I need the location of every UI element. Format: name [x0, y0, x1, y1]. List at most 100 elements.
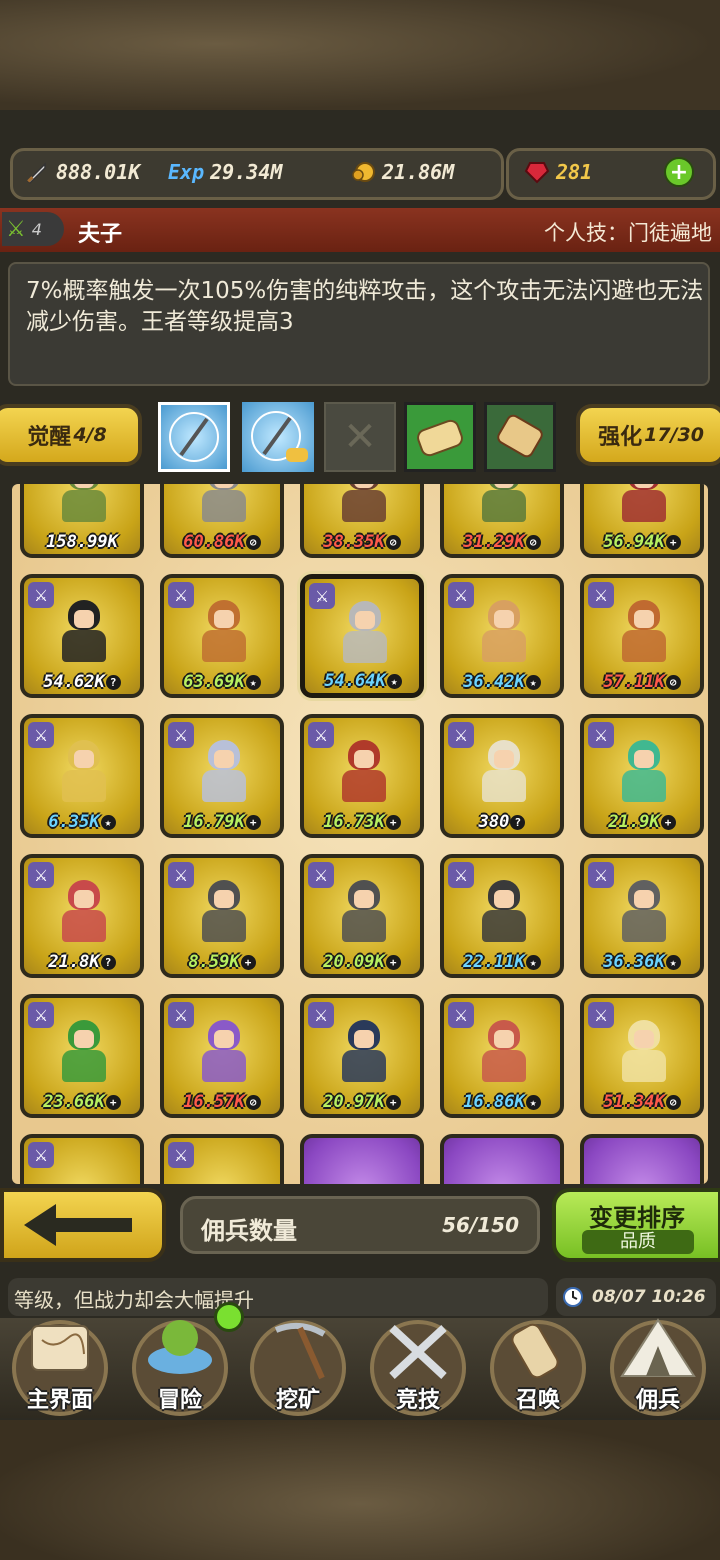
element-badge-icon: + — [660, 814, 676, 830]
mercenary-card[interactable]: ⚔ 22.11K ★ — [440, 854, 564, 978]
mercenary-power: 16.79K + — [164, 812, 280, 832]
element-badge-icon: ⊘ — [665, 674, 681, 690]
mercenary-card[interactable] — [440, 1134, 564, 1184]
mercenary-card[interactable]: ⚔ 36.36K ★ — [580, 854, 704, 978]
element-badge-icon: ⊘ — [385, 534, 401, 550]
element-badge-icon: ★ — [525, 954, 541, 970]
mercenary-power: 380? — [444, 812, 560, 832]
mercenary-power: 63.69K ★ — [164, 672, 280, 692]
enhance-button[interactable]: 强化 17/30 — [576, 404, 720, 466]
mercenary-card[interactable]: ⚔ 16.73K + — [300, 714, 424, 838]
handshake-icon — [251, 411, 308, 462]
nav-summon[interactable]: 召唤 — [486, 1316, 590, 1420]
nav-mercenary-label: 佣兵 — [635, 1388, 680, 1413]
mercenary-power: 31.29K ⊘ — [444, 532, 560, 552]
mercenary-portrait — [334, 1016, 394, 1084]
mercenary-portrait — [335, 597, 395, 665]
mercenary-portrait — [614, 876, 674, 944]
weapon-badge-icon: ⚔ — [28, 1142, 54, 1168]
nav-summon-label: 召唤 — [515, 1388, 560, 1413]
weapon-badge-icon: ⚔ — [28, 862, 54, 888]
mercenary-card[interactable]: 56.94K + — [580, 484, 704, 558]
mercenary-power: 36.36K ★ — [584, 952, 700, 972]
mercenary-card[interactable]: ⚔ — [20, 1134, 144, 1184]
mercenary-card[interactable]: ⚔ 6.35K ★ — [20, 714, 144, 838]
mercenary-portrait — [474, 876, 534, 944]
mercenary-card[interactable]: ⚔ 21.9K + — [580, 714, 704, 838]
mercenary-card[interactable]: ⚔ 16.57K ⊘ — [160, 994, 284, 1118]
mercenary-card[interactable]: ⚔ 8.59K + — [160, 854, 284, 978]
mercenary-portrait — [334, 736, 394, 804]
mercenary-card[interactable]: 60.86K ⊘ — [160, 484, 284, 558]
mercenary-card[interactable] — [580, 1134, 704, 1184]
mercenary-power: 22.11K ★ — [444, 952, 560, 972]
island-icon — [148, 1320, 212, 1374]
awaken-button[interactable]: 觉醒 4/8 — [0, 404, 142, 466]
back-button[interactable] — [0, 1188, 166, 1262]
change-sort-button[interactable]: 变更排序 品质 — [552, 1188, 720, 1262]
mercenary-card[interactable] — [300, 1134, 424, 1184]
element-badge-icon: ★ — [665, 954, 681, 970]
element-badge-icon: + — [105, 1094, 121, 1110]
mercenary-card[interactable]: ⚔ 380? — [440, 714, 564, 838]
ruby-icon — [524, 159, 550, 185]
mercenary-power: 54.64K ★ — [305, 671, 421, 691]
mercenary-card[interactable]: ⚔ 57.11K ⊘ — [580, 574, 704, 698]
element-badge-icon: + — [240, 954, 256, 970]
weapon-badge-icon: ⚔ — [28, 582, 54, 608]
mercenary-card[interactable]: 158.99K — [20, 484, 144, 558]
gold-value: 21.86M — [382, 160, 455, 184]
mercenary-card[interactable]: ⚔ 20.97K + — [300, 994, 424, 1118]
exp-icon: Exp — [168, 160, 205, 184]
mercenary-portrait — [54, 1016, 114, 1084]
news-ticker: 等级，但战力却会大幅提升 — [8, 1278, 548, 1316]
weapon-badge-icon: ⚔ — [308, 862, 334, 888]
mercenary-power: 57.11K ⊘ — [584, 672, 700, 692]
mercenary-card[interactable]: ⚔ — [160, 1134, 284, 1184]
mercenary-card[interactable]: ⚔ 54.62K? — [20, 574, 144, 698]
awaken-skill-slot-2[interactable] — [242, 402, 314, 472]
element-badge-icon: ★ — [525, 674, 541, 690]
mercenary-card[interactable]: ⚔ 23.66K + — [20, 994, 144, 1118]
mercenary-portrait — [614, 484, 674, 524]
mercenary-power: 6.35K ★ — [24, 812, 140, 832]
mercenary-portrait — [194, 484, 254, 524]
attack-currency: 888.01K — [24, 158, 140, 186]
add-gems-button[interactable]: + — [664, 157, 694, 187]
mercenary-card[interactable]: ⚔ 21.8K? — [20, 854, 144, 978]
mercenary-card[interactable]: ⚔ 20.09K + — [300, 854, 424, 978]
nav-mining[interactable]: 挖矿 — [246, 1316, 350, 1420]
element-badge-icon: ⊘ — [665, 1094, 681, 1110]
mercenary-card[interactable]: ⚔ 36.42K ★ — [440, 574, 564, 698]
scroll-skill-slot-1[interactable] — [404, 402, 476, 472]
mercenary-power: 56.94K + — [584, 532, 700, 552]
locked-skill-slot: ✕ — [324, 402, 396, 472]
mercenary-grid[interactable]: 158.99K 60.86K ⊘ 38.35K ⊘ 31.29K ⊘ 56.94K + ⚔ 54.6… — [12, 484, 708, 1184]
mercenary-power: 20.09K + — [304, 952, 420, 972]
mercenary-card[interactable]: ⚔ 16.79K + — [160, 714, 284, 838]
mercenary-card[interactable]: ⚔ 54.64K ★ — [300, 574, 424, 698]
awaken-skill-slot-1[interactable] — [158, 402, 230, 472]
clock-icon — [562, 1286, 584, 1312]
scroll-skill-slot-2[interactable] — [484, 402, 556, 472]
crossed-swords-icon — [389, 1325, 447, 1379]
nav-adventure[interactable]: 冒险 — [128, 1302, 244, 1420]
element-badge-icon: + — [385, 814, 401, 830]
hero-name: 夫子 — [78, 222, 123, 247]
nav-arena[interactable]: 竞技 — [366, 1316, 470, 1420]
nav-main[interactable]: 主界面 — [8, 1316, 112, 1420]
mercenary-card[interactable]: ⚔ 51.34K ⊘ — [580, 994, 704, 1118]
mercenary-portrait — [474, 736, 534, 804]
mercenary-portrait — [614, 1016, 674, 1084]
gem-currency: 281 — [524, 158, 592, 186]
nav-mercenary[interactable]: 佣兵 — [606, 1316, 710, 1420]
mercenary-card[interactable]: 31.29K ⊘ — [440, 484, 564, 558]
mercenary-count-label: 佣兵数量 — [201, 1217, 297, 1245]
element-badge-icon: + — [385, 1094, 401, 1110]
hero-level-badge: ⚔ 4 — [2, 212, 64, 246]
mercenary-card[interactable]: 38.35K ⊘ — [300, 484, 424, 558]
mercenary-card[interactable]: ⚔ 16.86K ★ — [440, 994, 564, 1118]
mercenary-power: 23.66K + — [24, 1092, 140, 1112]
nav-adventure-label: 冒险 — [157, 1388, 202, 1413]
mercenary-card[interactable]: ⚔ 63.69K ★ — [160, 574, 284, 698]
